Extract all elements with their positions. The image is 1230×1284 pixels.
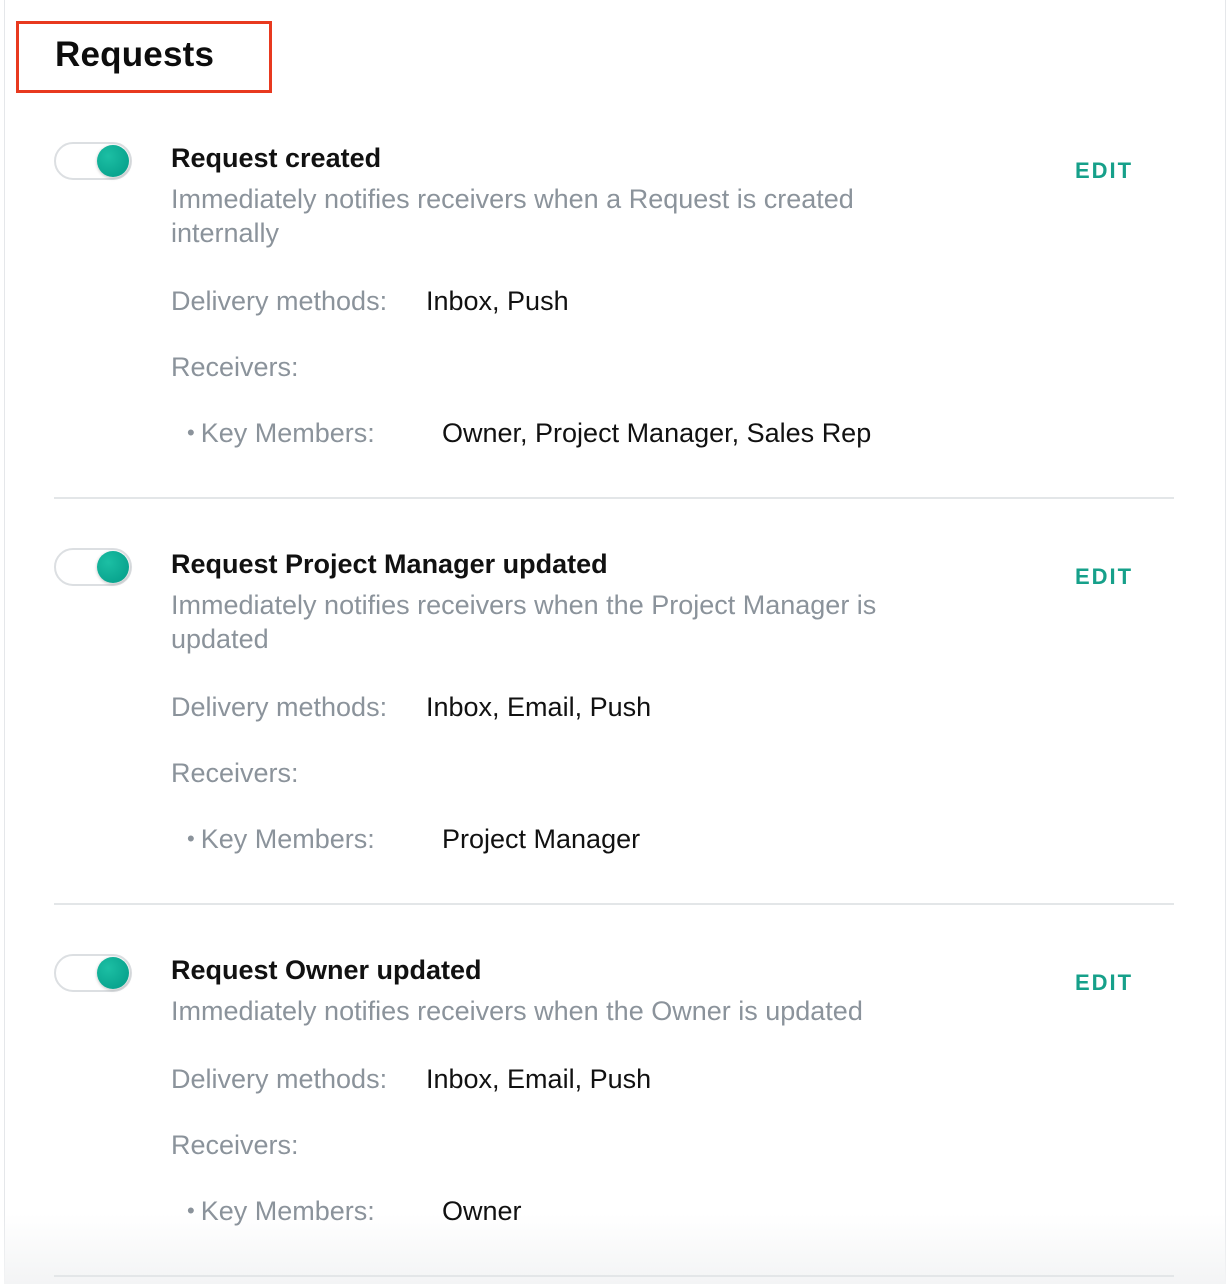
enable-toggle[interactable] xyxy=(54,954,132,992)
notification-description: Immediately notifies receivers when a Re… xyxy=(171,184,854,248)
bullet-icon: • xyxy=(187,1198,195,1223)
key-members-label: Key Members: xyxy=(200,1196,375,1226)
delivery-methods-row: Delivery methods: Inbox, Push xyxy=(171,284,569,318)
receivers-label: Receivers: xyxy=(171,758,299,788)
delivery-methods-label: Delivery methods: xyxy=(171,1064,388,1094)
notification-title: Request Owner updated xyxy=(171,955,482,985)
enable-toggle[interactable] xyxy=(54,142,132,180)
delivery-methods-value: Inbox, Email, Push xyxy=(426,692,652,722)
toggle-knob xyxy=(97,551,129,583)
edit-button[interactable]: EDIT xyxy=(1075,564,1133,590)
notification-description: Immediately notifies receivers when the … xyxy=(171,590,877,654)
notification-description: Immediately notifies receivers when the … xyxy=(171,996,863,1026)
receivers-row: Receivers: xyxy=(171,756,299,790)
item-divider xyxy=(54,903,1174,905)
key-members-value: Owner xyxy=(442,1196,522,1226)
key-members-label: Key Members: xyxy=(200,418,375,448)
edit-button[interactable]: EDIT xyxy=(1075,970,1133,996)
edit-button[interactable]: EDIT xyxy=(1075,158,1133,184)
notification-title: Request created xyxy=(171,143,382,173)
key-members-row: • Key Members: Owner xyxy=(187,1194,522,1230)
key-members-label: Key Members: xyxy=(200,824,375,854)
enable-toggle[interactable] xyxy=(54,548,132,586)
notification-title: Request Project Manager updated xyxy=(171,549,608,579)
delivery-methods-value: Inbox, Push xyxy=(426,286,569,316)
delivery-methods-row: Delivery methods: Inbox, Email, Push xyxy=(171,690,651,724)
receivers-row: Receivers: xyxy=(171,350,299,384)
toggle-knob xyxy=(97,957,129,989)
receivers-label: Receivers: xyxy=(171,352,299,382)
bullet-icon: • xyxy=(187,826,195,851)
toggle-knob xyxy=(97,145,129,177)
item-divider xyxy=(54,497,1174,499)
receivers-row: Receivers: xyxy=(171,1128,299,1162)
item-divider xyxy=(54,1275,1174,1277)
section-title: Requests xyxy=(55,35,215,74)
delivery-methods-label: Delivery methods: xyxy=(171,286,388,316)
receivers-label: Receivers: xyxy=(171,1130,299,1160)
delivery-methods-row: Delivery methods: Inbox, Email, Push xyxy=(171,1062,651,1096)
key-members-value: Owner, Project Manager, Sales Rep xyxy=(442,418,872,448)
delivery-methods-label: Delivery methods: xyxy=(171,692,388,722)
delivery-methods-value: Inbox, Email, Push xyxy=(426,1064,652,1094)
bullet-icon: • xyxy=(187,420,195,445)
key-members-value: Project Manager xyxy=(442,824,641,854)
key-members-row: • Key Members: Project Manager xyxy=(187,822,640,858)
key-members-row: • Key Members: Owner, Project Manager, Sa… xyxy=(187,416,871,452)
